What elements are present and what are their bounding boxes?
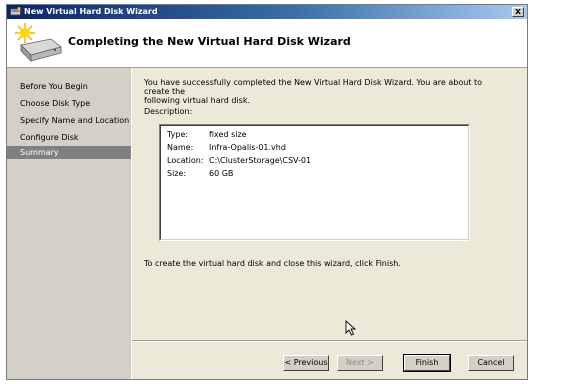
description-value: Infra-Opalis-01.vhd [209, 143, 286, 152]
cancel-button[interactable]: Cancel [468, 355, 514, 371]
nav-item-choose-disk-type[interactable]: Choose Disk Type [7, 97, 131, 110]
nav-item-specify-name-and-location[interactable]: Specify Name and Location [7, 114, 131, 127]
title-bar[interactable]: New Virtual Hard Disk Wizard x [7, 5, 527, 19]
description-value: fixed size [209, 130, 247, 139]
finish-button[interactable]: Finish [403, 354, 451, 372]
mouse-cursor-icon [345, 320, 357, 336]
previous-button[interactable]: < Previous [283, 355, 329, 371]
window-title: New Virtual Hard Disk Wizard [24, 7, 158, 16]
page-title: Completing the New Virtual Hard Disk Wiz… [68, 35, 351, 48]
description-key: Location: [167, 156, 204, 165]
finish-instruction: To create the virtual hard disk and clos… [144, 259, 401, 268]
wizard-header: Completing the New Virtual Hard Disk Wiz… [7, 19, 527, 68]
wizard-content: You have successfully completed the New … [132, 68, 527, 379]
description-value: 60 GB [209, 169, 234, 178]
completion-message-line-1: You have successfully completed the New … [144, 78, 482, 96]
description-box[interactable]: Type: fixed size Name: Infra-Opalis-01.v… [159, 124, 470, 241]
hard-disk-wizard-icon [15, 23, 62, 62]
button-separator [132, 340, 527, 342]
wizard-window: New Virtual Hard Disk Wizard x Completin… [6, 4, 528, 380]
nav-item-configure-disk[interactable]: Configure Disk [7, 131, 131, 144]
nav-item-before-you-begin[interactable]: Before You Begin [7, 80, 131, 93]
description-key: Type: [167, 130, 189, 139]
nav-item-summary[interactable]: Summary [7, 146, 131, 159]
description-key: Size: [167, 169, 187, 178]
virtual-disk-icon [10, 7, 21, 16]
close-button[interactable]: x [512, 7, 524, 17]
description-label: Description: [144, 107, 193, 116]
description-value: C:\ClusterStorage\CSV-01 [209, 156, 312, 165]
completion-message-line-2: following virtual hard disk. [144, 96, 251, 105]
description-key: Name: [167, 143, 194, 152]
wizard-step-nav: Before You Begin Choose Disk Type Specif… [7, 68, 132, 379]
completion-message: You have successfully completed the New … [144, 78, 504, 105]
next-button[interactable]: Next > [337, 355, 383, 371]
